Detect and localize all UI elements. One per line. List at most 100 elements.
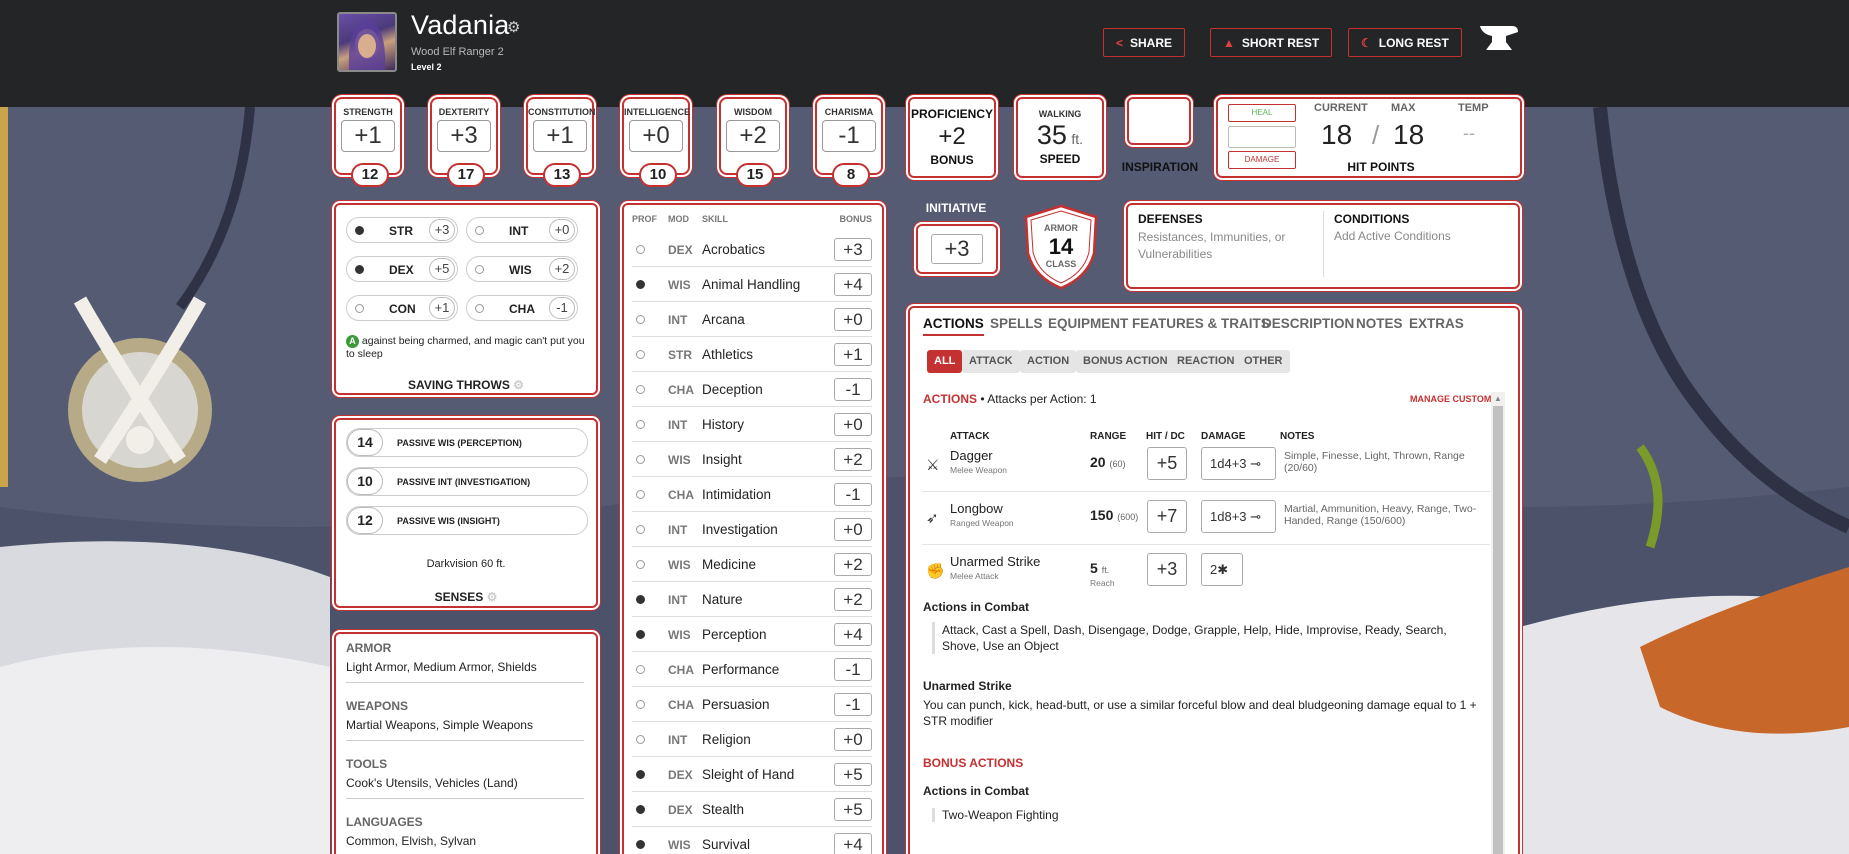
skill-bonus[interactable]: +2: [834, 588, 872, 611]
skill-bonus[interactable]: +0: [834, 728, 872, 751]
save-int[interactable]: INT +0: [466, 217, 578, 243]
tab-equipment[interactable]: EQUIPMENT: [1048, 316, 1128, 331]
heal-button[interactable]: HEAL: [1228, 104, 1296, 122]
scroll-up-icon[interactable]: ▲: [1494, 394, 1502, 403]
filter-reaction[interactable]: REACTION: [1170, 350, 1242, 373]
share-button[interactable]: < SHARE: [1103, 28, 1186, 57]
damage-roll-button[interactable]: 1d8+3 ⊸: [1201, 500, 1276, 533]
proficiency-dot: [636, 595, 645, 604]
save-wis[interactable]: WIS +2: [466, 256, 578, 282]
skill-bonus[interactable]: +0: [834, 413, 872, 436]
current-hp[interactable]: 18: [1321, 119, 1352, 151]
skill-bonus[interactable]: -1: [834, 378, 872, 401]
skill-bonus[interactable]: +2: [834, 553, 872, 576]
skill-bonus[interactable]: +4: [834, 623, 872, 646]
proficiency-dot: [636, 525, 645, 534]
gear-icon[interactable]: ⚙: [513, 378, 524, 392]
skill-row[interactable]: WIS Medicine +2: [632, 547, 872, 582]
anvil-logo-icon[interactable]: [1478, 20, 1520, 58]
skill-row[interactable]: CHA Performance -1: [632, 652, 872, 687]
avatar[interactable]: [337, 12, 397, 72]
save-con[interactable]: CON +1: [346, 295, 458, 321]
ability-strength[interactable]: STRENGTH +1 12: [334, 97, 402, 187]
skill-bonus[interactable]: +5: [834, 763, 872, 786]
combat-actions-list: Attack, Cast a Spell, Dash, Disengage, D…: [932, 622, 1484, 654]
skill-bonus[interactable]: +2: [834, 448, 872, 471]
skill-row[interactable]: WIS Perception +4: [632, 617, 872, 652]
tab-description[interactable]: DESCRIPTION: [1262, 316, 1354, 331]
tab-extras[interactable]: EXTRAS: [1409, 316, 1464, 331]
skill-row[interactable]: WIS Survival +4: [632, 827, 872, 854]
skill-row[interactable]: CHA Intimidation -1: [632, 477, 872, 512]
ability-wisdom[interactable]: WISDOM +2 15: [719, 97, 787, 187]
attack-roll-button[interactable]: +5: [1147, 447, 1187, 480]
save-dex[interactable]: DEX +5: [346, 256, 458, 282]
temp-hp[interactable]: --: [1463, 123, 1475, 144]
skill-row[interactable]: INT Nature +2: [632, 582, 872, 617]
long-rest-button[interactable]: ☾ LONG REST: [1348, 28, 1462, 57]
skill-row[interactable]: INT Religion +0: [632, 722, 872, 757]
ability-intelligence[interactable]: INTELLIGENCE +0 10: [622, 97, 690, 187]
gear-icon[interactable]: ⚙: [507, 20, 522, 35]
skill-bonus[interactable]: +0: [834, 308, 872, 331]
filter-all[interactable]: ALL: [927, 350, 963, 373]
scrollbar-track[interactable]: ▲: [1491, 392, 1505, 854]
attack-row-unarmed[interactable]: ✊ Unarmed Strike Melee Attack 5 ft. Reac…: [922, 546, 1490, 598]
skill-row[interactable]: CHA Deception -1: [632, 372, 872, 407]
manage-custom-link[interactable]: MANAGE CUSTOM: [1410, 394, 1491, 404]
skill-bonus[interactable]: -1: [834, 483, 872, 506]
skill-bonus[interactable]: -1: [834, 693, 872, 716]
skill-row[interactable]: WIS Insight +2: [632, 442, 872, 477]
filter-other[interactable]: OTHER: [1237, 350, 1290, 373]
skill-row[interactable]: DEX Stealth +5: [632, 792, 872, 827]
skill-row[interactable]: INT History +0: [632, 407, 872, 442]
short-rest-button[interactable]: ▲ SHORT REST: [1210, 28, 1333, 57]
damage-button[interactable]: DAMAGE: [1228, 151, 1296, 169]
skill-ability: INT: [668, 733, 688, 747]
ability-constitution[interactable]: CONSTITUTION +1 13: [526, 97, 596, 187]
skill-row[interactable]: INT Investigation +0: [632, 512, 872, 547]
filter-attack[interactable]: ATTACK: [962, 350, 1020, 373]
attack-row-longbow[interactable]: ➶ Longbow Ranged Weapon 150 (600) +7 1d8…: [922, 493, 1490, 545]
skill-bonus[interactable]: +5: [834, 798, 872, 821]
bow-icon: ➶: [926, 510, 939, 527]
tab-actions[interactable]: ACTIONS: [923, 316, 984, 336]
skill-bonus[interactable]: +0: [834, 518, 872, 541]
tab-spells[interactable]: SPELLS: [990, 316, 1043, 331]
initiative-box[interactable]: +3: [916, 224, 998, 274]
skill-row[interactable]: DEX Sleight of Hand +5: [632, 757, 872, 792]
skill-row[interactable]: WIS Animal Handling +4: [632, 267, 872, 302]
skill-bonus[interactable]: +4: [834, 273, 872, 296]
damage-roll-button[interactable]: 2✱: [1201, 553, 1243, 586]
hp-amount-input[interactable]: [1228, 126, 1296, 148]
ability-dexterity[interactable]: DEXTERITY +3 17: [430, 97, 498, 187]
skill-bonus[interactable]: +4: [834, 833, 872, 854]
skill-row[interactable]: INT Arcana +0: [632, 302, 872, 337]
tab-features-traits[interactable]: FEATURES & TRAITS: [1132, 316, 1270, 331]
skill-row[interactable]: CHA Persuasion -1: [632, 687, 872, 722]
ability-charisma[interactable]: CHARISMA -1 8: [815, 97, 883, 187]
attack-row-dagger[interactable]: ⚔ Dagger Melee Weapon 20 (60) +5 1d4+3 ⊸…: [922, 440, 1490, 492]
armor-class-shield[interactable]: ARMOR 14 CLASS: [1022, 203, 1100, 291]
skill-bonus[interactable]: +1: [834, 343, 872, 366]
skill-ability: INT: [668, 313, 688, 327]
gear-icon[interactable]: ⚙: [487, 590, 498, 604]
inspiration-toggle[interactable]: [1127, 97, 1191, 145]
filter-action[interactable]: ACTION: [1020, 350, 1077, 373]
skill-ability: CHA: [668, 698, 694, 712]
skill-row[interactable]: STR Athletics +1: [632, 337, 872, 372]
attack-roll-button[interactable]: +7: [1147, 500, 1187, 533]
ability-score: 12: [351, 163, 389, 187]
scrollbar-thumb[interactable]: [1493, 406, 1503, 854]
conditions-placeholder[interactable]: Add Active Conditions: [1334, 229, 1451, 243]
attack-roll-button[interactable]: +3: [1147, 553, 1187, 586]
skill-bonus[interactable]: +3: [834, 238, 872, 261]
save-str[interactable]: STR +3: [346, 217, 458, 243]
filter-bonus-action[interactable]: BONUS ACTION: [1076, 350, 1175, 373]
defenses-placeholder[interactable]: Resistances, Immunities, or Vulnerabilit…: [1138, 229, 1288, 263]
tab-notes[interactable]: NOTES: [1356, 316, 1403, 331]
save-cha[interactable]: CHA -1: [466, 295, 578, 321]
skill-row[interactable]: DEX Acrobatics +3: [632, 232, 872, 267]
damage-roll-button[interactable]: 1d4+3 ⊸: [1201, 447, 1276, 480]
skill-bonus[interactable]: -1: [834, 658, 872, 681]
